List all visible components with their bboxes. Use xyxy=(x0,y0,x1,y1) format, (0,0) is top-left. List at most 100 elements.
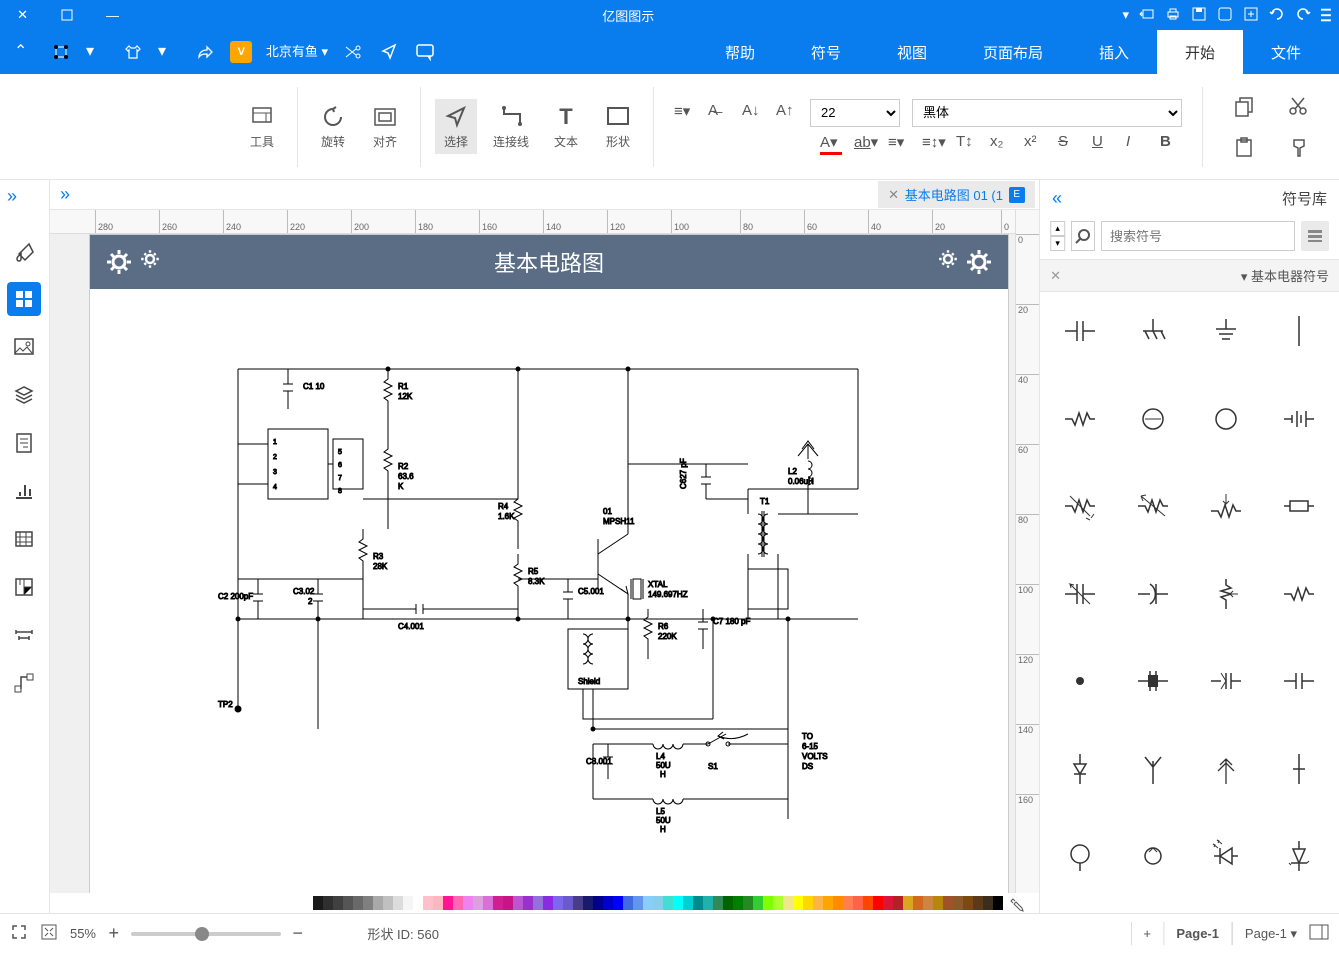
symbol-resistor-box[interactable] xyxy=(1262,471,1335,541)
symbol-antenna-whip[interactable] xyxy=(1190,734,1263,804)
color-swatch[interactable] xyxy=(563,896,573,910)
color-swatch[interactable] xyxy=(583,896,593,910)
maximize-button[interactable] xyxy=(45,0,90,30)
copy-button[interactable] xyxy=(1223,88,1265,124)
color-swatch[interactable] xyxy=(473,896,483,910)
menu-help[interactable]: 帮助 xyxy=(697,30,783,74)
align-button[interactable]: 对齐 xyxy=(364,99,406,154)
color-swatch[interactable] xyxy=(393,896,403,910)
doc-tab-close-icon[interactable]: ✕ xyxy=(888,187,899,203)
color-swatch[interactable] xyxy=(513,896,523,910)
eyedropper-icon[interactable] xyxy=(1007,893,1027,913)
symbol-var-cap[interactable] xyxy=(1044,559,1117,629)
symbol-zener[interactable] xyxy=(1262,821,1335,891)
color-swatch[interactable] xyxy=(873,896,883,910)
doc-tabs-collapse-icon[interactable]: » xyxy=(50,184,80,205)
theme-icon[interactable] xyxy=(122,41,144,63)
menu-start[interactable]: 开始 xyxy=(1157,30,1243,74)
color-swatch[interactable] xyxy=(933,896,943,910)
color-swatch[interactable] xyxy=(893,896,903,910)
symbol-variable-resistor[interactable] xyxy=(1117,471,1190,541)
menu-insert[interactable]: 插入 xyxy=(1071,30,1157,74)
comment-icon[interactable] xyxy=(414,41,436,63)
color-swatch[interactable] xyxy=(643,896,653,910)
symbol-potentiometer[interactable] xyxy=(1190,471,1263,541)
color-swatch[interactable] xyxy=(903,896,913,910)
text-case-icon[interactable]: T↕ xyxy=(956,133,978,155)
share-icon[interactable] xyxy=(194,41,216,63)
symbol-search-input[interactable] xyxy=(1101,221,1295,251)
color-swatch[interactable] xyxy=(573,896,583,910)
symbol-polarized-cap[interactable] xyxy=(1117,559,1190,629)
zoom-in-button[interactable]: + xyxy=(108,923,119,944)
color-swatch[interactable] xyxy=(703,896,713,910)
floorplan-icon[interactable] xyxy=(8,570,42,604)
menu-view[interactable]: 视图 xyxy=(869,30,955,74)
sidebar-collapse-icon[interactable]: « xyxy=(1052,188,1062,209)
symbol-node[interactable] xyxy=(1044,646,1117,716)
symbol-source[interactable] xyxy=(1190,384,1263,454)
color-swatch[interactable] xyxy=(843,896,853,910)
color-swatch[interactable] xyxy=(963,896,973,910)
font-family-select[interactable]: 黑体 xyxy=(912,99,1182,127)
print-icon[interactable] xyxy=(1165,6,1181,25)
add-page-button[interactable]: + xyxy=(1132,922,1165,945)
color-swatch[interactable] xyxy=(783,896,793,910)
image-panel-icon[interactable] xyxy=(8,330,42,364)
group-close-icon[interactable]: ✕ xyxy=(1050,268,1061,284)
tools-button[interactable]: 工具 xyxy=(241,99,283,154)
color-swatch[interactable] xyxy=(673,896,683,910)
color-swatch[interactable] xyxy=(553,896,563,910)
document-tab[interactable]: E 基本电路图 01 (1 ✕ xyxy=(878,181,1035,208)
color-swatch[interactable] xyxy=(413,896,423,910)
cursor-icon[interactable] xyxy=(378,41,400,63)
highlight-icon[interactable]: ab▾ xyxy=(854,133,876,155)
format-painter-button[interactable] xyxy=(1277,130,1319,166)
symbol-wire[interactable] xyxy=(1262,296,1335,366)
collapse-ribbon-icon[interactable]: ⌃ xyxy=(14,41,36,63)
color-swatch[interactable] xyxy=(403,896,413,910)
export-icon[interactable] xyxy=(1139,6,1155,25)
color-swatch[interactable] xyxy=(913,896,923,910)
color-swatch[interactable] xyxy=(833,896,843,910)
color-swatch[interactable] xyxy=(823,896,833,910)
menu-layout[interactable]: 页面布局 xyxy=(955,30,1071,74)
strike-icon[interactable]: S xyxy=(1058,133,1080,155)
minimize-button[interactable]: — xyxy=(90,0,135,30)
color-swatch[interactable] xyxy=(503,896,513,910)
color-swatch[interactable] xyxy=(753,896,763,910)
font-size-select[interactable]: 22 xyxy=(810,99,900,127)
color-swatch[interactable] xyxy=(433,896,443,910)
underline-icon[interactable]: U xyxy=(1092,133,1114,155)
symbol-cap2[interactable] xyxy=(1262,646,1335,716)
color-swatch[interactable] xyxy=(743,896,753,910)
symbol-varactor[interactable] xyxy=(1190,646,1263,716)
color-swatch[interactable] xyxy=(333,896,343,910)
color-swatch[interactable] xyxy=(663,896,673,910)
chart-panel-icon[interactable] xyxy=(8,474,42,508)
grid-dropdown-icon[interactable]: ▾ xyxy=(86,41,108,63)
italic-icon[interactable]: I xyxy=(1126,133,1148,155)
zoom-out-button[interactable]: − xyxy=(293,923,304,944)
color-swatch[interactable] xyxy=(323,896,333,910)
color-swatch[interactable] xyxy=(973,896,983,910)
fit-page-icon[interactable] xyxy=(40,923,58,944)
view-mode-icon[interactable] xyxy=(1309,924,1329,943)
scissors-icon[interactable] xyxy=(342,41,364,63)
table-panel-icon[interactable] xyxy=(8,522,42,556)
symbol-resistor-zigzag[interactable] xyxy=(1044,384,1117,454)
color-swatch[interactable] xyxy=(883,896,893,910)
shape-button[interactable]: 形状 xyxy=(597,99,639,154)
fullscreen-icon[interactable] xyxy=(10,923,28,944)
dimension-icon[interactable] xyxy=(8,618,42,652)
bullets-icon[interactable]: ≡▾ xyxy=(674,102,696,124)
color-swatch[interactable] xyxy=(793,896,803,910)
color-swatch[interactable] xyxy=(543,896,553,910)
color-swatch[interactable] xyxy=(523,896,533,910)
color-swatch[interactable] xyxy=(763,896,773,910)
color-swatch[interactable] xyxy=(353,896,363,910)
symbol-group-header[interactable]: ▾ 基本电器符号 ✕ xyxy=(1040,259,1339,292)
select-button[interactable]: 选择 xyxy=(435,99,477,154)
cut-button[interactable] xyxy=(1277,88,1319,124)
subscript-icon[interactable]: x₂ xyxy=(990,133,1012,155)
